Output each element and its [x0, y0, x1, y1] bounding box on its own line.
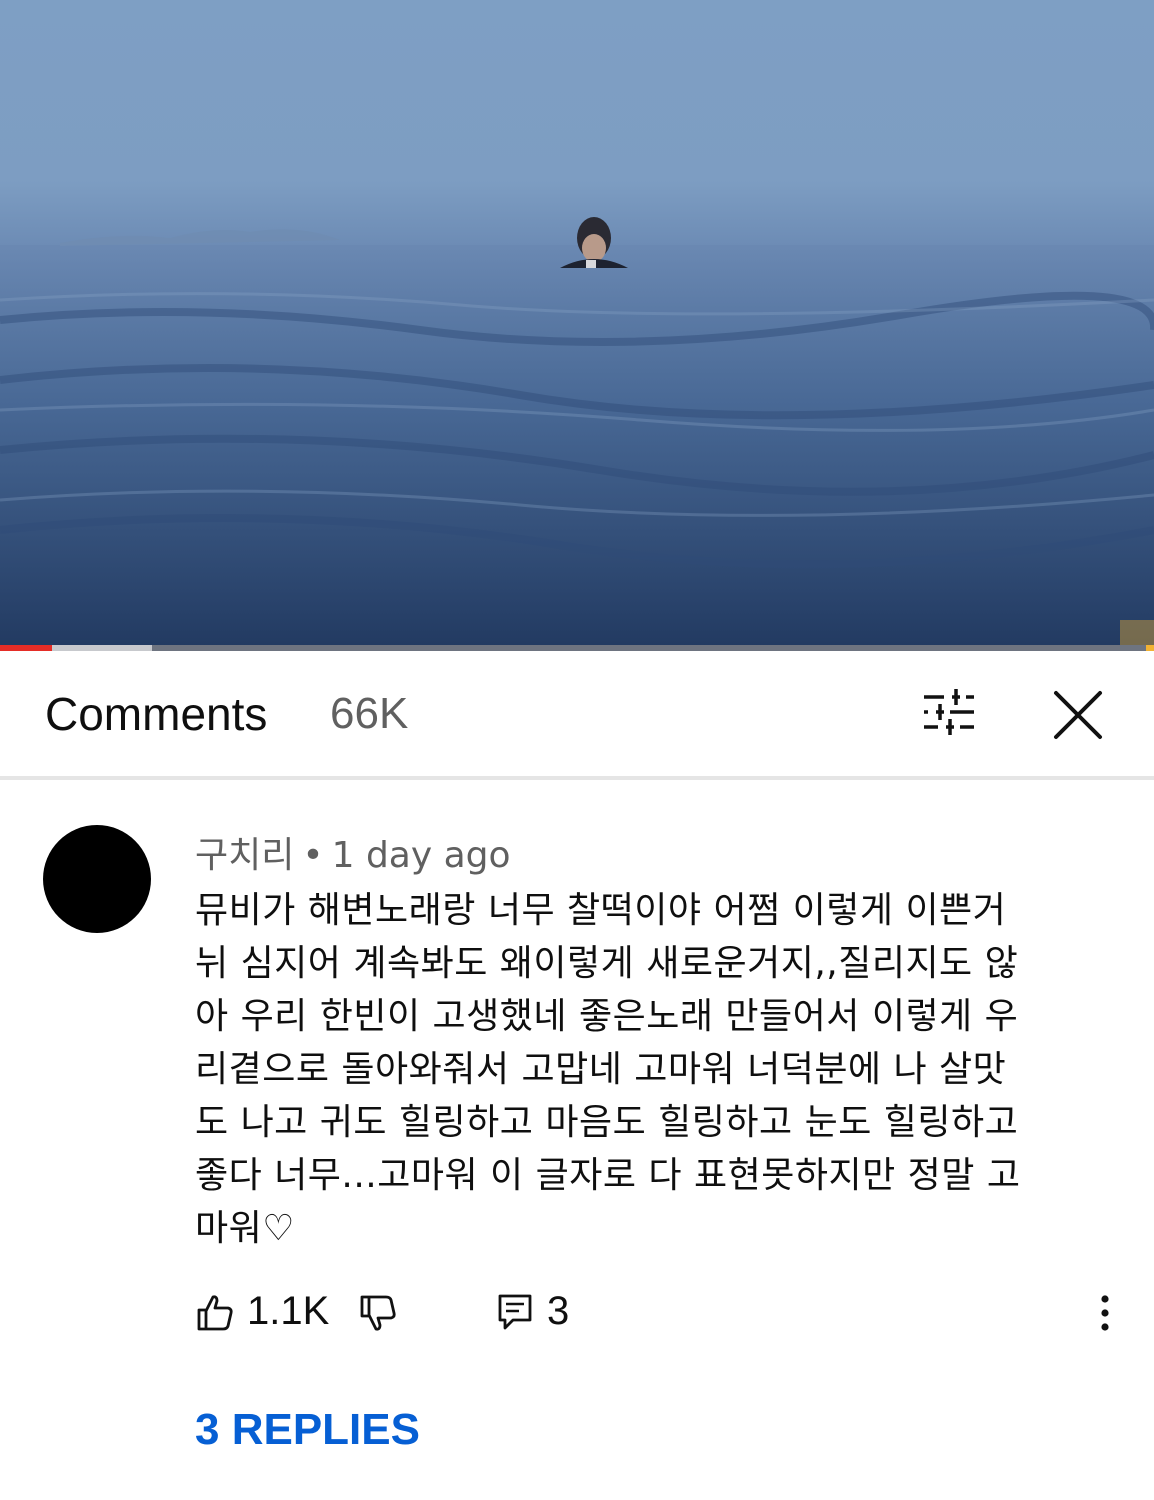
header-divider	[0, 776, 1154, 780]
meta-separator: •	[302, 835, 324, 876]
comment-line: 뮤비가 해변노래랑 너무 찰떡이야 어쩜 이렇게 이쁜거	[195, 890, 1007, 931]
comments-count: 66K	[330, 689, 409, 738]
comment-line: 아 우리 한빈이 고생했네 좋은노래 만들어서 이렇게 우	[195, 996, 1019, 1037]
view-replies-link[interactable]: 3 REPLIES	[195, 1405, 420, 1455]
avatar[interactable]	[43, 825, 151, 933]
comment-line: 좋다 너무...고마워 이 글자로 다 표현못하지만 정말 고	[195, 1155, 1021, 1196]
more-vert-icon[interactable]	[1090, 1291, 1120, 1335]
comment-line: 뉘 심지어 계속봐도 왜이렇게 새로운거지,,질리지도 않	[195, 943, 1019, 984]
sliders-icon[interactable]	[920, 687, 978, 737]
video-frame	[0, 217, 1154, 645]
comment-author[interactable]: 구치리	[195, 835, 294, 876]
comment-time: 1 day ago	[331, 835, 511, 876]
comment-body: 뮤비가 해변노래랑 너무 찰떡이야 어쩜 이렇게 이쁜거 뉘 심지어 계속봐도 …	[195, 884, 1095, 1255]
like-count: 1.1K	[247, 1289, 330, 1333]
comments-title: Comments	[45, 688, 268, 740]
thumbs-down-icon[interactable]	[358, 1293, 398, 1333]
comment-line: 리곁으로 돌아와줘서 고맙네 고마워 너덕분에 나 살맛	[195, 1049, 1007, 1090]
thumbs-up-icon[interactable]	[195, 1293, 235, 1333]
comment-actions: 1.1K 3	[195, 1285, 1125, 1341]
comments-header: Comments 66K	[0, 651, 1154, 776]
close-icon[interactable]	[1050, 687, 1106, 743]
comment-meta: 구치리 • 1 day ago	[195, 826, 511, 878]
comment-icon[interactable]	[497, 1293, 533, 1331]
video-player[interactable]	[0, 0, 1154, 645]
comment-line: 도 나고 귀도 힐링하고 마음도 힐링하고 눈도 힐링하고	[195, 1102, 1019, 1143]
comment-line: 마워♡	[195, 1208, 296, 1249]
reply-count: 3	[547, 1289, 570, 1333]
